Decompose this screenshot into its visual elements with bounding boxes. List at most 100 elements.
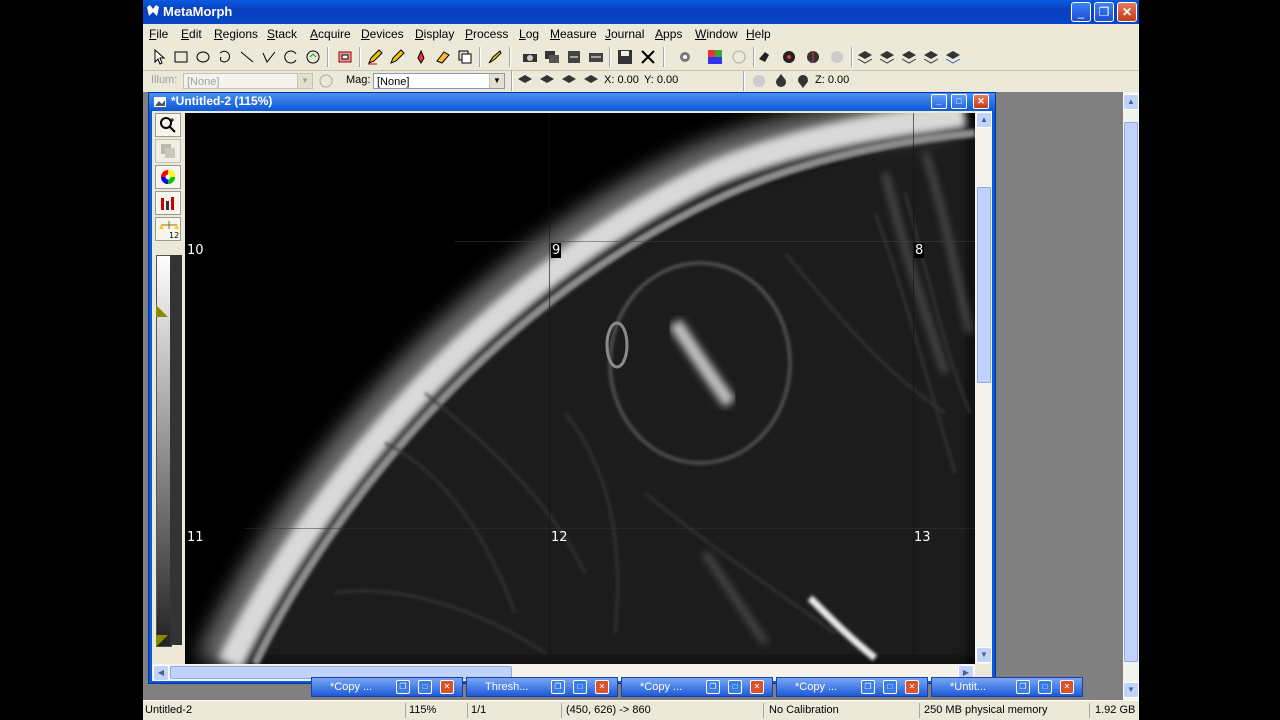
maximize-icon[interactable]: □ [573,680,587,694]
menu-apps[interactable]: Apps [655,27,682,41]
image-window-title-bar[interactable]: *Untitled-2 (115%) _ □ ✕ [149,93,995,111]
objective-icon[interactable] [805,49,821,65]
rectangle-region-icon[interactable] [173,49,189,65]
scroll-down-icon[interactable]: ▼ [976,647,992,663]
tile-label: 11 [187,530,204,545]
stage-right-icon[interactable] [879,49,895,65]
brush-tool-icon[interactable] [487,49,503,65]
maximize-icon[interactable]: □ [418,680,432,694]
region-manager-icon[interactable] [337,49,353,65]
close-icon[interactable]: ✕ [440,680,454,694]
stage-up-icon[interactable] [901,49,917,65]
highlighter-tool-icon[interactable] [389,49,405,65]
minimized-window[interactable]: *Copy ... ❐ □ ✕ [776,677,928,697]
stream-acquisition-icon[interactable] [544,49,560,65]
stage-down-icon[interactable] [923,49,939,65]
image-vertical-scrollbar[interactable]: ▲ ▼ [975,111,992,664]
menu-journal[interactable]: Journal [605,27,644,41]
tools-toolbar [143,44,1139,71]
pencil-tool-icon[interactable] [367,49,383,65]
scroll-down-icon[interactable]: ▼ [1123,682,1139,698]
freehand-region-icon[interactable] [217,49,233,65]
menu-log[interactable]: Log [519,27,539,41]
image-vscroll-thumb[interactable] [977,187,991,383]
save-icon[interactable] [617,49,633,65]
minimized-window[interactable]: *Copy ... ❐ □ ✕ [621,677,773,697]
focus-down-icon[interactable] [795,73,811,89]
restore-icon[interactable]: ❐ [706,680,720,694]
menu-devices[interactable]: Devices [361,27,404,41]
close-button[interactable]: ✕ [1117,2,1137,22]
mag-select[interactable]: [None] ▼ [373,73,505,89]
maximize-icon[interactable]: □ [728,680,742,694]
minimized-window[interactable]: Thresh... ❐ □ ✕ [466,677,618,697]
maximize-icon[interactable]: □ [1038,680,1052,694]
stage-xy-up-icon[interactable] [561,73,577,89]
stage-home-icon[interactable] [945,49,961,65]
ellipse-region-icon[interactable] [195,49,211,65]
bit-depth-button[interactable]: 12 [155,217,181,241]
workspace-scroll-thumb[interactable] [1124,122,1138,662]
illum-select: [None] ▼ [183,73,313,89]
menu-file[interactable]: File [149,27,168,41]
restore-button[interactable]: ❐ [1094,2,1114,22]
lut-high-marker-icon[interactable] [156,305,168,317]
filter-wheel-icon[interactable] [757,49,773,65]
stage-left-icon[interactable] [857,49,873,65]
menu-display[interactable]: Display [415,27,454,41]
stage-xy-right-icon[interactable] [539,73,555,89]
image-close-button[interactable]: ✕ [973,94,989,109]
menu-edit[interactable]: Edit [181,27,202,41]
menu-regions[interactable]: Regions [214,27,258,41]
copy-region-icon[interactable] [457,49,473,65]
close-icon[interactable]: ✕ [905,680,919,694]
color-lut-button[interactable] [155,165,181,189]
image-minimize-button[interactable]: _ [931,94,947,109]
menu-acquire[interactable]: Acquire [310,27,351,41]
restore-icon[interactable]: ❐ [396,680,410,694]
microscopy-image[interactable]: 10 9 8 11 12 13 [185,113,975,664]
polyline-tool-icon[interactable] [261,49,277,65]
auto-trace-icon[interactable] [305,49,321,65]
arc-tool-icon[interactable] [283,49,299,65]
menu-help[interactable]: Help [746,27,771,41]
multi-dimensional-icon[interactable] [566,49,582,65]
restore-icon[interactable]: ❐ [861,680,875,694]
scroll-up-icon[interactable]: ▲ [1123,94,1139,110]
line-tool-icon[interactable] [239,49,255,65]
scroll-up-icon[interactable]: ▲ [976,112,992,128]
minimized-window[interactable]: *Untit... ❐ □ ✕ [931,677,1083,697]
dropper-tool-icon[interactable] [413,49,429,65]
image-maximize-button[interactable]: □ [951,94,967,109]
menu-window[interactable]: Window [695,27,738,41]
maximize-icon[interactable]: □ [883,680,897,694]
focus-up-icon[interactable] [773,73,789,89]
text-tool-icon[interactable] [435,49,451,65]
minimized-window[interactable]: *Copy ... ❐ □ ✕ [311,677,463,697]
close-icon[interactable]: ✕ [1060,680,1074,694]
pointer-tool-icon[interactable] [151,49,167,65]
close-image-icon[interactable] [640,49,656,65]
zoom-button[interactable] [155,113,181,137]
menu-measure[interactable]: Measure [550,27,597,41]
stage-xy-down-icon[interactable] [583,73,599,89]
lut-range-track[interactable] [156,255,182,647]
acquire-image-icon[interactable] [522,49,538,65]
close-icon[interactable]: ✕ [750,680,764,694]
menu-stack[interactable]: Stack [267,27,297,41]
close-icon[interactable]: ✕ [595,680,609,694]
shutter-icon[interactable] [781,49,797,65]
chevron-down-icon: ▼ [489,74,504,88]
workspace-vertical-scrollbar[interactable]: ▲ ▼ [1123,92,1139,700]
restore-icon[interactable]: ❐ [551,680,565,694]
scale-lut-button[interactable] [155,191,181,215]
menu-process[interactable]: Process [465,27,508,41]
scroll-left-icon[interactable]: ◀ [153,665,169,681]
lut-low-marker-icon[interactable] [156,635,168,647]
minimize-button[interactable]: _ [1071,2,1091,22]
restore-icon[interactable]: ❐ [1016,680,1030,694]
scan-slide-icon[interactable] [588,49,604,65]
devices-icon[interactable] [677,49,693,65]
stage-xy-left-icon[interactable] [517,73,533,89]
color-combine-icon[interactable] [707,49,723,65]
